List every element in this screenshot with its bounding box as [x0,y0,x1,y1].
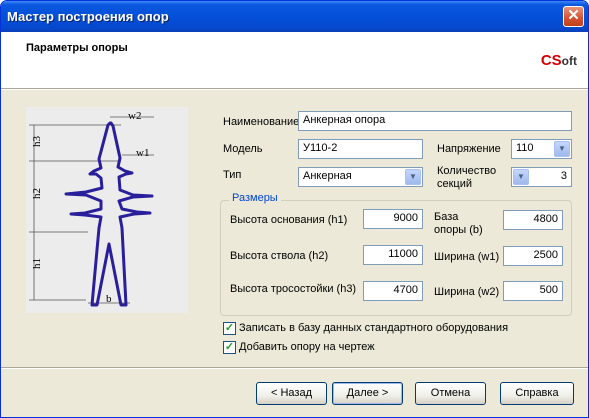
close-icon: ✕ [567,7,580,24]
window-title: Мастер построения опор [7,9,169,24]
wizard-window: Мастер построения опор ✕ Параметры опоры… [0,0,589,418]
w2-label-text: Ширина (w2) [434,286,500,298]
sections-stepper[interactable]: ▼ 3 [511,167,572,187]
header-panel: Параметры опоры CSoft [1,32,588,89]
chevron-down-icon[interactable]: ▼ [513,169,529,185]
header-divider [1,89,588,90]
check-icon: ✓ [224,322,235,334]
w1-input[interactable]: 2500 [503,246,563,266]
chevron-down-icon[interactable]: ▼ [554,141,570,157]
h1-input[interactable]: 9000 [363,209,423,229]
check-icon: ✓ [224,341,235,353]
sections-label-line2: секций [437,178,473,190]
help-button[interactable]: Справка [500,382,574,405]
csoft-logo: CSoft [540,52,577,69]
model-input[interactable]: У110-2 [298,139,423,159]
h2-label: h2 [31,188,43,199]
h3-input[interactable]: 4700 [363,281,423,301]
next-button[interactable]: Далее > [332,382,403,405]
sizes-legend: Размеры [229,192,281,204]
save-db-checkbox[interactable]: ✓ [223,322,236,335]
base-label-line1: База [434,211,459,223]
title-bar: Мастер построения опор ✕ [1,1,588,32]
type-select[interactable]: Анкерная ▼ [298,167,423,187]
chevron-down-icon[interactable]: ▼ [405,169,421,185]
voltage-select[interactable]: 110 ▼ [511,139,572,159]
model-label: Модель [223,143,263,155]
base-label-line2: опоры (b) [434,224,483,236]
h1-label: h1 [31,258,43,269]
footer-divider-highlight [1,368,588,369]
w1-label: w1 [136,147,149,159]
save-db-label[interactable]: Записать в базу данных стандартного обор… [239,322,508,334]
type-label: Тип [223,169,242,181]
cancel-button[interactable]: Отмена [415,382,486,405]
tower-diagram: h3 h2 h1 w2 w1 b [26,107,188,313]
w2-label: w2 [128,110,141,122]
close-button[interactable]: ✕ [563,6,584,27]
h2-label-text: Высота ствола (h2) [230,250,329,262]
base-input[interactable]: 4800 [503,210,563,230]
add-drawing-checkbox[interactable]: ✓ [223,341,236,354]
add-drawing-label[interactable]: Добавить опору на чертеж [239,341,375,353]
name-label: Наименование [223,116,300,128]
voltage-label: Напряжение [437,143,501,155]
w2-input[interactable]: 500 [503,281,563,301]
name-input[interactable]: Анкерная опора [298,111,572,131]
h1-label-text: Высота основания (h1) [230,214,348,226]
w1-label-text: Ширина (w1) [434,251,500,263]
page-title: Параметры опоры [26,42,128,54]
h2-input[interactable]: 11000 [363,245,423,265]
h3-label: h3 [31,136,43,148]
b-label: b [106,293,112,305]
sections-label-line1: Количество [437,165,497,177]
back-button[interactable]: < Назад [256,382,327,405]
h3-label-text: Высота тросостойки (h3) [230,283,357,295]
